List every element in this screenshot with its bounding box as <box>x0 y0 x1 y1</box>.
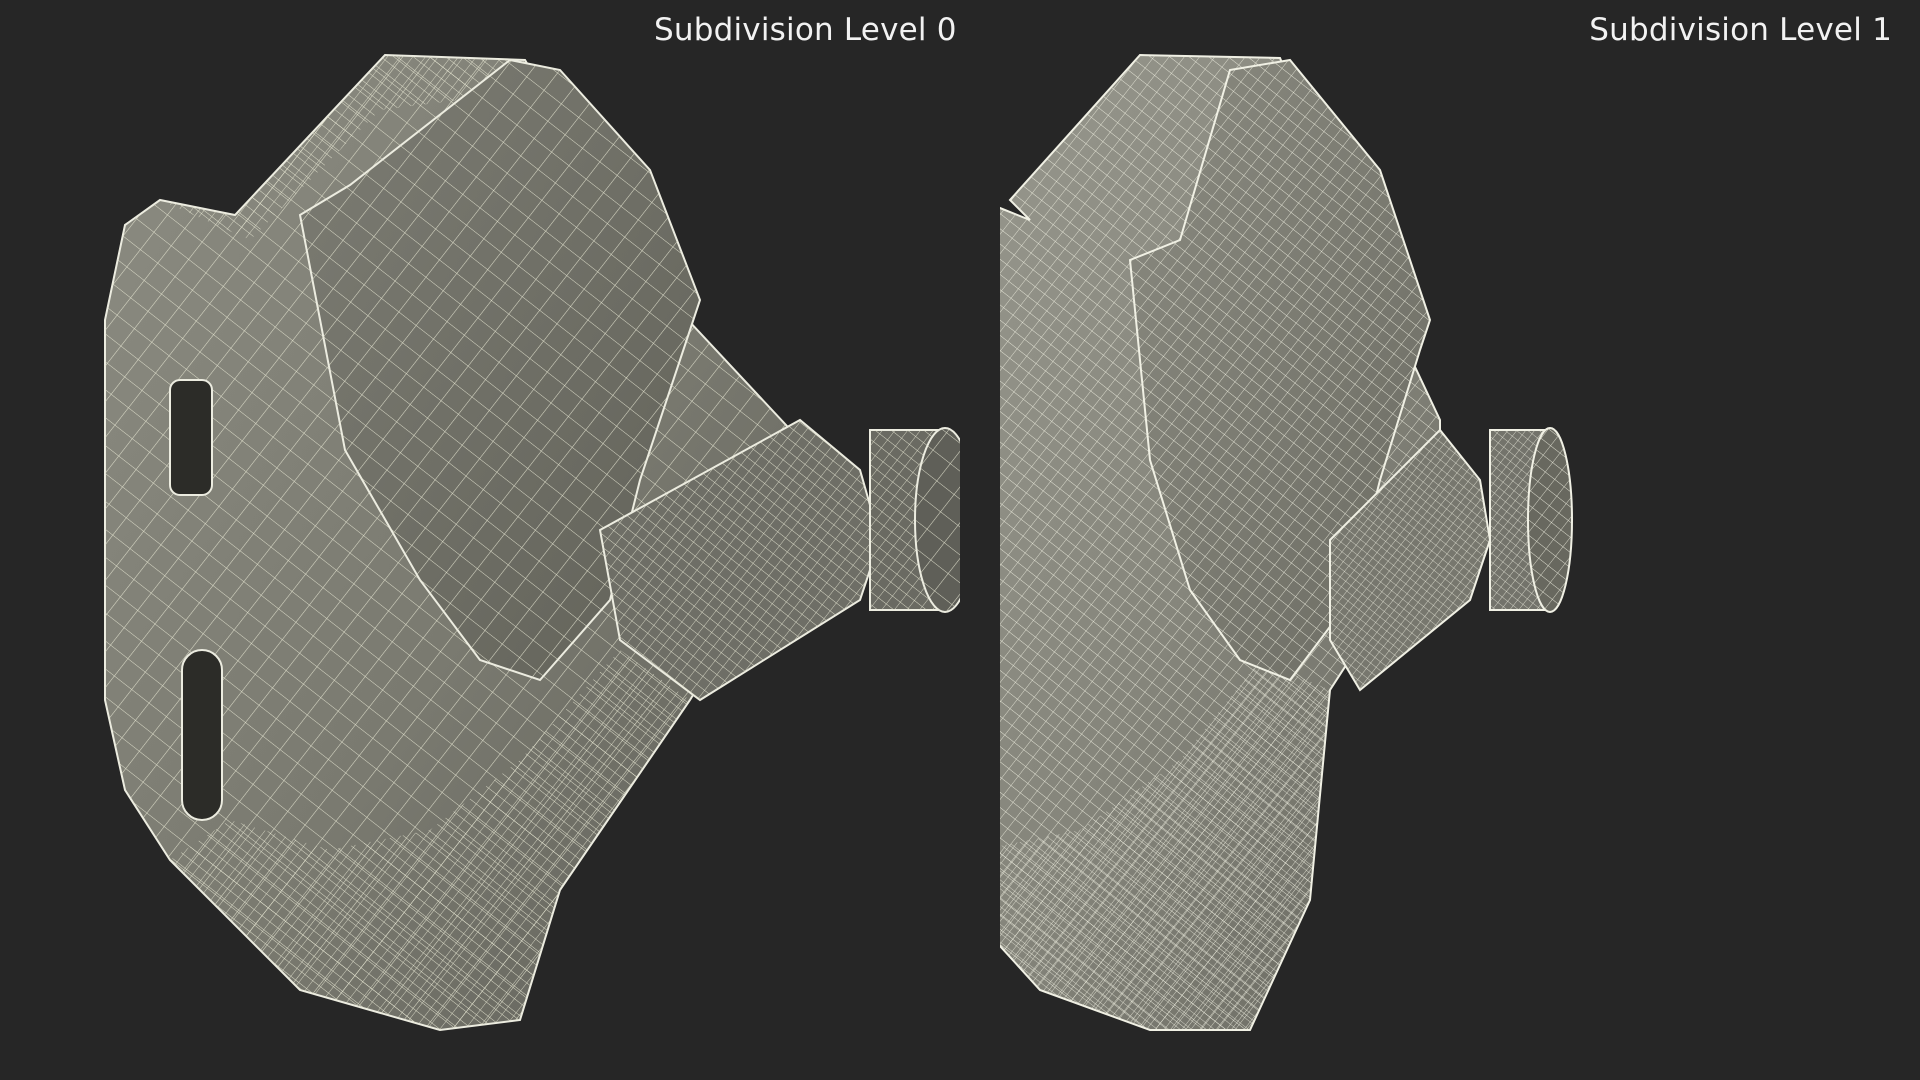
card-slot <box>181 649 223 821</box>
lens-cap <box>869 427 960 613</box>
usb-port <box>169 379 213 496</box>
dashcam-wireframe-render-level-1 <box>1000 53 1573 1031</box>
dashcam-wireframe-render-level-0 <box>104 53 960 1032</box>
lens-cap <box>1489 427 1573 613</box>
